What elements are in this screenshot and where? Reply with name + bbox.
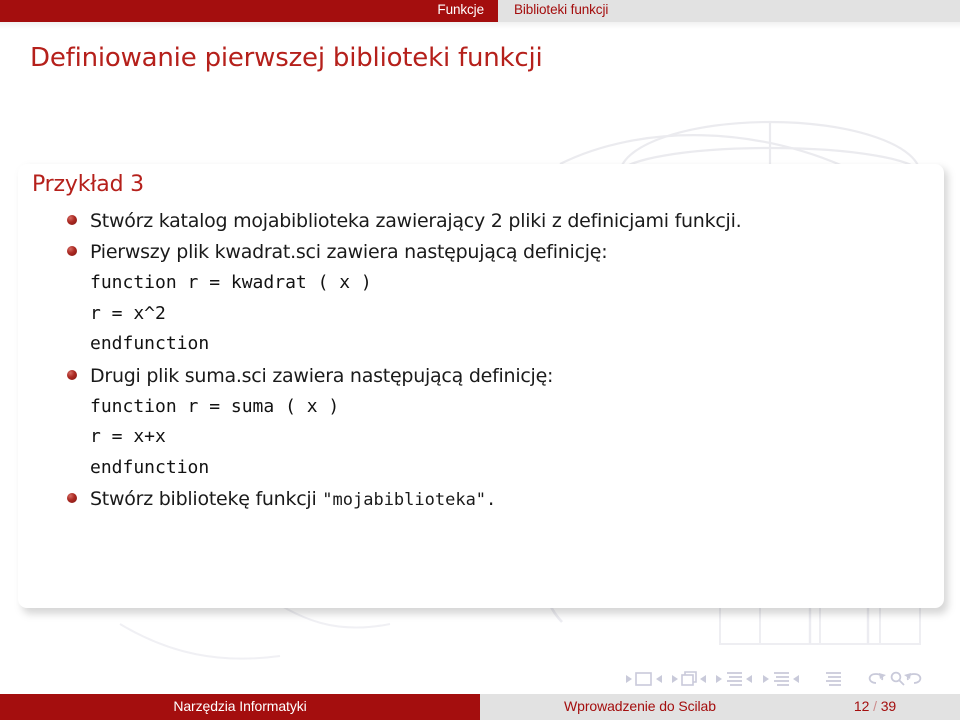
bullet-icon — [67, 493, 77, 503]
footer-bar: Narzędzia Informatyki Wprowadzenie do Sc… — [0, 694, 960, 720]
block-title: Przykład 3 — [32, 172, 144, 197]
next-subsection-arrow-icon — [746, 675, 752, 683]
slide-icon — [635, 672, 652, 686]
list-item-text: Pierwszy plik kwadrat.sci zawiera następ… — [90, 237, 944, 267]
page-current: 12 — [853, 698, 870, 714]
footer-title-label: Wprowadzenie do Scilab — [564, 698, 716, 714]
header-section-label[interactable]: Funkcje — [437, 2, 484, 17]
block-body: Stwórz katalog mojabiblioteka zawierając… — [18, 206, 944, 516]
back-arrow-icon — [868, 673, 886, 684]
header-subsection-label[interactable]: Biblioteki funkcji — [514, 2, 608, 17]
code-line: r = x^2 — [90, 302, 166, 324]
text-run: Stwórz bibliotekę funkcji — [90, 488, 323, 510]
page-separator: / — [873, 698, 877, 714]
presentation-icon — [826, 672, 841, 686]
next-slide-arrow-icon — [656, 675, 662, 683]
list-item: Stwórz bibliotekę funkcji "mojabibliotek… — [18, 484, 944, 515]
search-icon — [890, 671, 905, 686]
text-run: Pierwszy plik kwadrat.sci zawiera następ… — [90, 241, 608, 263]
frame-title: Definiowanie pierwszej biblioteki funkcj… — [30, 43, 543, 73]
bullet-icon — [67, 246, 77, 256]
example-block: Przykład 3 Stwórz katalog mojabiblioteka… — [18, 164, 944, 608]
bullet-icon — [67, 369, 77, 380]
code-line: r = x+x — [90, 426, 166, 447]
list-item-text: Stwórz bibliotekę funkcji "mojabibliotek… — [90, 484, 944, 515]
header-navigation-bar: Funkcje Biblioteki funkcji — [0, 0, 960, 22]
footer-author-label: Narzędzia Informatyki — [173, 698, 307, 714]
prev-frame-arrow-icon — [672, 675, 678, 683]
section-icon — [774, 672, 789, 686]
text-run: Drugi plik suma.sci zawiera następującą … — [90, 364, 554, 387]
list-item: Stwórz katalog mojabiblioteka zawierając… — [18, 206, 944, 236]
beamer-navigation-symbols[interactable] — [624, 669, 934, 689]
forward-arrow-icon — [904, 673, 922, 684]
prev-subsection-arrow-icon — [716, 675, 722, 683]
next-frame-arrow-icon — [700, 675, 706, 683]
prev-section-arrow-icon — [763, 675, 769, 683]
page-total: 39 — [880, 698, 897, 714]
frames-icon — [681, 671, 697, 686]
code-line: function r = kwadrat ( x ) — [90, 272, 372, 293]
next-section-arrow-icon — [793, 675, 799, 683]
subsection-icon — [727, 672, 742, 686]
text-run: Stwórz katalog mojabiblioteka zawierając… — [90, 210, 742, 232]
list-item-text: Drugi plik suma.sci zawiera następującą … — [90, 361, 944, 391]
bullet-icon — [67, 215, 77, 225]
header-section-pane: Funkcje — [0, 0, 498, 22]
presentation-slide: Funkcje Biblioteki funkcji Definiowanie … — [0, 0, 960, 720]
list-item-text: Stwórz katalog mojabiblioteka zawierając… — [90, 206, 944, 236]
header-shadow — [0, 22, 960, 29]
list-item: Drugi plik suma.sci zawiera następującą … — [18, 361, 944, 391]
code-line: function r = suma ( x ) — [90, 395, 340, 417]
code-line: endfunction — [90, 333, 210, 354]
code-line: endfunction — [90, 456, 210, 478]
inline-code: "mojabiblioteka". — [322, 490, 497, 510]
prev-slide-arrow-icon — [626, 675, 632, 683]
footer-page-number: 12 / 39 — [800, 698, 950, 714]
list-item: Pierwszy plik kwadrat.sci zawiera następ… — [18, 237, 944, 267]
